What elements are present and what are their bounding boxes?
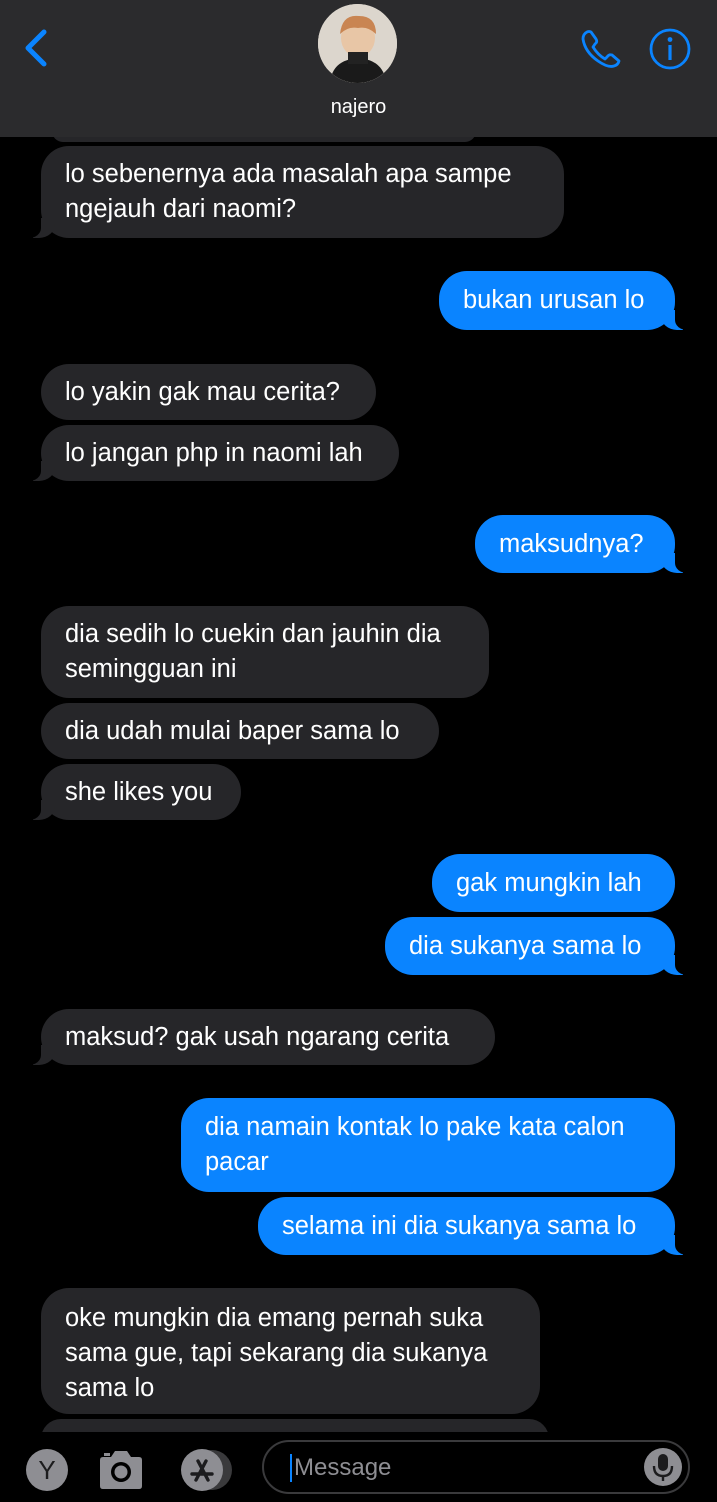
conversation-header: najero	[0, 0, 717, 137]
message-input-bar: Y Message	[0, 1432, 717, 1502]
chevron-left-icon	[25, 29, 47, 67]
message-text-line: sama lo	[65, 1374, 155, 1402]
message-bubble-outgoing[interactable]: selama ini dia sukanya sama lo	[258, 1197, 695, 1255]
message-text-line: dia sukanya sama lo	[409, 932, 642, 960]
call-button[interactable]	[578, 28, 624, 70]
contact-name[interactable]: najero	[0, 96, 717, 119]
camera-icon	[100, 1451, 142, 1489]
message-text-line: dia sedih lo cuekin dan jauhin dia	[65, 620, 441, 648]
message-text-line: gak mungkin lah	[456, 869, 642, 897]
message-bubble-outgoing[interactable]: gak mungkin lah	[432, 854, 675, 912]
message-text-line: ngejauh dari naomi?	[65, 195, 297, 223]
message-bubble-incoming[interactable]: lo sebenernya ada masalah apa sampe ngej…	[21, 146, 564, 238]
message-text-line: dia namain kontak lo pake kata calon	[205, 1113, 625, 1141]
message-text-line: maksudnya?	[499, 530, 644, 558]
message-bubble-partial-bottom	[41, 1419, 549, 1432]
message-text-line: semingguan ini	[65, 655, 237, 683]
message-bubble-incoming[interactable]: maksud? gak usah ngarang cerita	[21, 1009, 495, 1065]
message-bubble-outgoing[interactable]: bukan urusan lo	[439, 271, 695, 330]
conversation-thread[interactable]: lo sebenernya ada masalah apa sampe ngej…	[0, 0, 717, 1432]
message-bubble-outgoing[interactable]: dia namain kontak lo pake kata calon pac…	[181, 1098, 675, 1192]
message-text-line: pacar	[205, 1148, 269, 1176]
message-bubble-incoming[interactable]: lo jangan php in naomi lah	[21, 425, 399, 481]
message-text-line: lo jangan php in naomi lah	[65, 439, 363, 467]
message-bubble-incoming[interactable]: she likes you	[21, 764, 241, 820]
app-store-icon	[181, 1449, 232, 1491]
message-bubble-outgoing[interactable]: maksudnya?	[475, 515, 695, 573]
message-text-line: lo sebenernya ada masalah apa sampe	[65, 160, 512, 188]
y-app-button[interactable]: Y	[26, 1449, 68, 1491]
dictation-button[interactable]	[644, 1448, 682, 1486]
message-bubble-outgoing[interactable]: dia sukanya sama lo	[385, 917, 695, 975]
message-bubble-incoming[interactable]: dia udah mulai baper sama lo	[41, 703, 439, 759]
microphone-icon	[652, 1454, 674, 1481]
info-button[interactable]	[648, 27, 692, 71]
avatar[interactable]	[318, 4, 397, 83]
message-text-line: maksud? gak usah ngarang cerita	[65, 1023, 450, 1051]
phone-icon	[581, 30, 621, 68]
info-icon	[649, 28, 691, 70]
message-input-placeholder: Message	[294, 1454, 392, 1481]
message-text-line: oke mungkin dia emang pernah suka	[65, 1304, 484, 1332]
avatar-photo	[318, 4, 397, 83]
message-text-line: bukan urusan lo	[463, 286, 645, 314]
message-text-line: sama gue, tapi sekarang dia sukanya	[65, 1339, 488, 1367]
message-text-line: lo yakin gak mau cerita?	[65, 378, 340, 406]
message-bubble-incoming[interactable]: oke mungkin dia emang pernah suka sama g…	[41, 1288, 540, 1414]
message-text-line: dia udah mulai baper sama lo	[65, 717, 400, 745]
message-text-line: selama ini dia sukanya sama lo	[282, 1212, 637, 1240]
message-text-line: she likes you	[65, 778, 213, 806]
message-input[interactable]: Message	[262, 1440, 690, 1494]
message-bubble-incoming[interactable]: dia sedih lo cuekin dan jauhin dia semin…	[41, 606, 489, 698]
message-bubble-incoming[interactable]: lo yakin gak mau cerita?	[41, 364, 376, 420]
text-caret	[290, 1454, 292, 1482]
app-store-button[interactable]	[176, 1447, 236, 1493]
back-button[interactable]	[20, 28, 56, 68]
camera-button[interactable]	[96, 1448, 146, 1492]
